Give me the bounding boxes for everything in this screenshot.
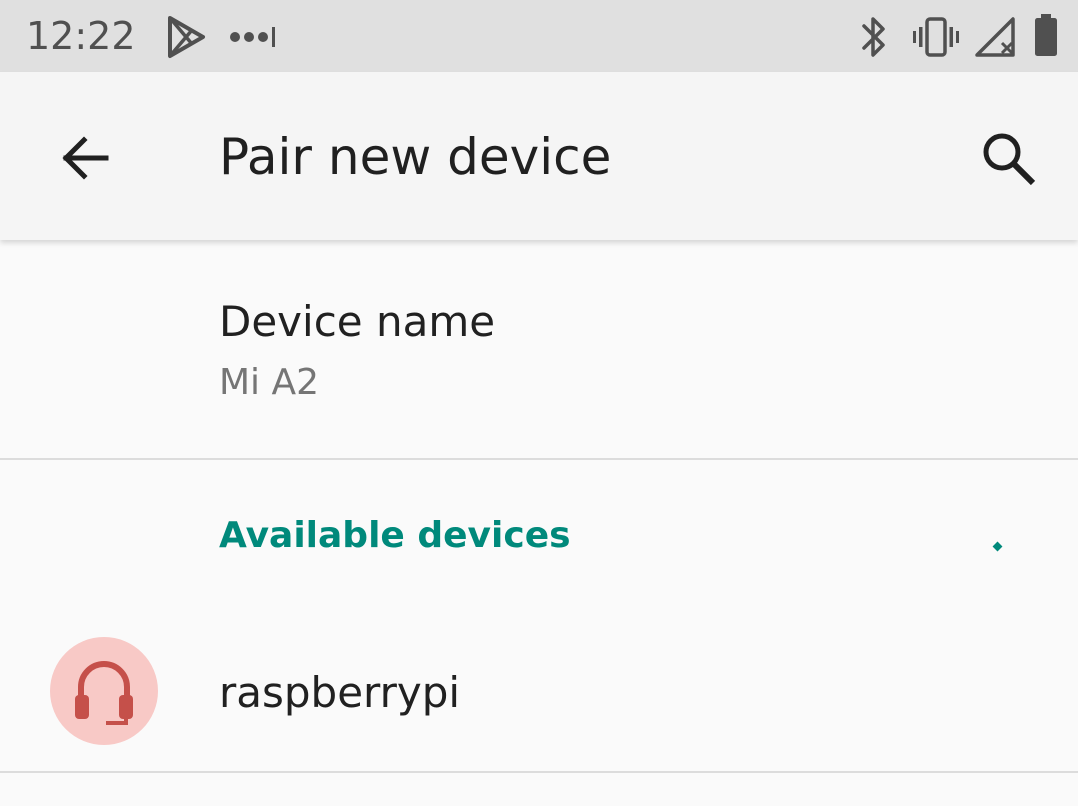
status-bar: 12:22 <box>0 0 1078 72</box>
device-name-label: Device name <box>219 297 496 346</box>
status-time: 12:22 <box>26 14 136 58</box>
headset-icon <box>50 637 158 745</box>
app-bar: Pair new device <box>0 72 1078 240</box>
no-signal-icon <box>975 17 1015 57</box>
play-store-icon <box>168 16 205 58</box>
scanning-progress-icon <box>992 541 1003 552</box>
divider <box>0 771 1078 773</box>
battery-icon <box>1035 14 1057 56</box>
more-notifications-icon <box>230 27 275 47</box>
available-devices-header: Available devices <box>219 515 571 556</box>
bluetooth-icon <box>862 17 885 57</box>
device-name: raspberrypi <box>219 668 461 717</box>
device-name-value: Mi A2 <box>219 362 320 403</box>
vibrate-icon <box>913 17 959 57</box>
arrow-back-icon[interactable] <box>56 128 116 188</box>
divider <box>0 458 1078 460</box>
search-icon[interactable] <box>978 128 1040 190</box>
page-title: Pair new device <box>219 128 612 186</box>
